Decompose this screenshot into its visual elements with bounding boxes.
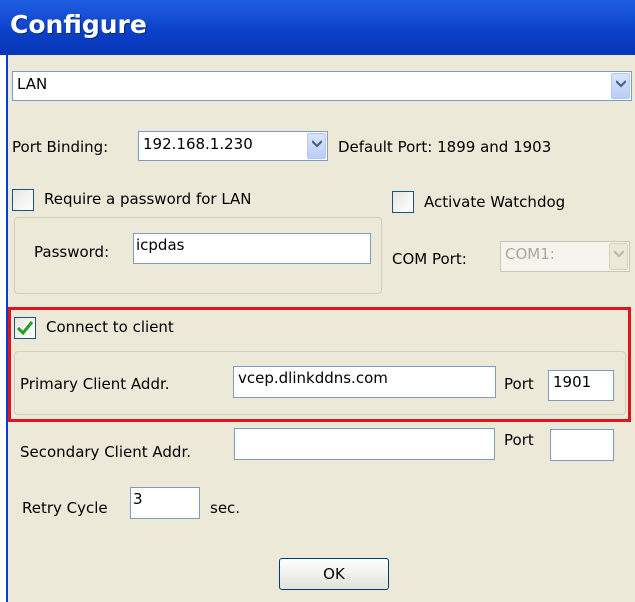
- chevron-down-icon: [616, 80, 626, 88]
- window-title: Configure: [10, 10, 147, 39]
- port-binding-select[interactable]: 192.168.1.230: [138, 131, 328, 161]
- com-port-select[interactable]: COM1:: [500, 241, 630, 272]
- ok-button[interactable]: OK: [279, 558, 389, 590]
- com-port-value: COM1:: [505, 245, 555, 263]
- configure-window: Configure LAN Port Binding: 192.168.1.23…: [0, 0, 635, 602]
- primary-client-label: Primary Client Addr.: [20, 375, 170, 393]
- chevron-down-icon: [312, 140, 322, 148]
- secondary-port-input[interactable]: [550, 429, 614, 461]
- com-port-label: COM Port:: [392, 250, 467, 268]
- connect-to-client-label: Connect to client: [46, 318, 174, 336]
- connection-type-value: LAN: [17, 75, 48, 93]
- default-port-text: Default Port: 1899 and 1903: [338, 138, 552, 156]
- connect-to-client-checkbox[interactable]: [14, 317, 36, 339]
- activate-watchdog-checkbox[interactable]: [392, 191, 414, 213]
- port-binding-label: Port Binding:: [12, 138, 109, 156]
- primary-port-input[interactable]: 1901: [548, 370, 614, 401]
- connection-type-select[interactable]: LAN: [12, 71, 632, 101]
- port-binding-dropdown-button[interactable]: [307, 133, 326, 159]
- primary-client-input[interactable]: vcep.dlinkddns.com: [233, 366, 496, 398]
- port-binding-value: 192.168.1.230: [143, 135, 253, 153]
- password-label: Password:: [34, 243, 110, 261]
- retry-cycle-unit: sec.: [210, 499, 241, 517]
- secondary-client-input[interactable]: [234, 428, 495, 460]
- dialog-body: LAN Port Binding: 192.168.1.230 Default …: [6, 55, 635, 602]
- secondary-client-label: Secondary Client Addr.: [20, 443, 191, 461]
- checkmark-icon: [16, 321, 34, 336]
- title-bar: Configure: [0, 0, 635, 55]
- password-input[interactable]: icpdas: [133, 233, 371, 264]
- chevron-down-icon: [614, 250, 624, 258]
- com-port-dropdown-button[interactable]: [609, 243, 628, 270]
- require-password-label: Require a password for LAN: [44, 190, 252, 208]
- secondary-port-label: Port: [504, 431, 534, 449]
- activate-watchdog-label: Activate Watchdog: [424, 193, 566, 211]
- retry-cycle-input[interactable]: 3: [130, 487, 200, 519]
- require-password-checkbox[interactable]: [12, 189, 34, 211]
- primary-port-label: Port: [504, 375, 534, 393]
- retry-cycle-label: Retry Cycle: [22, 499, 108, 517]
- connection-type-dropdown-button[interactable]: [611, 73, 630, 99]
